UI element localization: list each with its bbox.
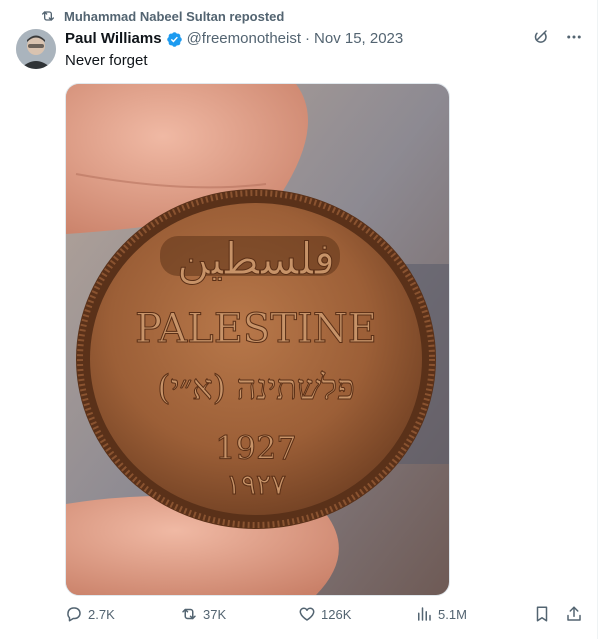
- tweet-card[interactable]: Muhammad Nabeel Sultan reposted Paul Wil…: [0, 0, 598, 639]
- author-handle[interactable]: @freemonotheist: [187, 29, 301, 49]
- tweet-date[interactable]: Nov 15, 2023: [314, 29, 403, 49]
- coin-year: 1927: [215, 429, 296, 467]
- coin-year-arabic: ١٩٢٧: [226, 468, 286, 501]
- coin-photo: فلسطين PALESTINE פלשתינה (א״י) 1927 ١٩٢٧: [66, 84, 449, 595]
- more-options-icon[interactable]: [565, 28, 583, 46]
- tweet-text: Never forget: [65, 52, 148, 69]
- repost-count: 37K: [203, 606, 227, 622]
- repost-icon: [42, 11, 54, 21]
- heart-icon: [299, 607, 315, 621]
- repost-icon: [182, 608, 196, 620]
- share-icon: [567, 606, 581, 621]
- like-count: 126K: [321, 606, 352, 622]
- reply-button[interactable]: 2.7K: [65, 605, 115, 623]
- tweet-media[interactable]: فلسطين PALESTINE פלשתינה (א״י) 1927 ١٩٢٧: [65, 83, 450, 596]
- views-button[interactable]: 5.1M: [415, 605, 467, 623]
- tweet-header: Paul Williams @freemonotheist · Nov 15, …: [65, 29, 403, 49]
- verified-badge-icon[interactable]: [166, 31, 183, 48]
- view-count: 5.1M: [438, 606, 467, 622]
- share-button[interactable]: [565, 605, 583, 623]
- coin-english-text: PALESTINE: [135, 306, 377, 352]
- author-name[interactable]: Paul Williams: [65, 29, 162, 49]
- analytics-icon: [418, 607, 431, 621]
- bookmark-icon: [536, 606, 548, 622]
- repost-indicator: Muhammad Nabeel Sultan reposted: [40, 8, 284, 24]
- bookmark-button[interactable]: [533, 605, 551, 623]
- coin-hebrew-text: פלשתינה (א״י): [157, 368, 355, 408]
- reply-count: 2.7K: [88, 606, 115, 622]
- like-button[interactable]: 126K: [298, 605, 351, 623]
- action-bar: 2.7K 37K 126K 5.1M: [65, 605, 585, 629]
- repost-text[interactable]: Muhammad Nabeel Sultan reposted: [64, 9, 284, 24]
- coin-arabic-text: فلسطين: [177, 234, 335, 285]
- avatar[interactable]: [16, 29, 56, 69]
- reply-icon: [67, 607, 81, 622]
- top-actions: [531, 28, 583, 46]
- repost-button[interactable]: 37K: [180, 605, 226, 623]
- separator-dot: ·: [305, 30, 311, 47]
- grok-icon[interactable]: [531, 28, 549, 46]
